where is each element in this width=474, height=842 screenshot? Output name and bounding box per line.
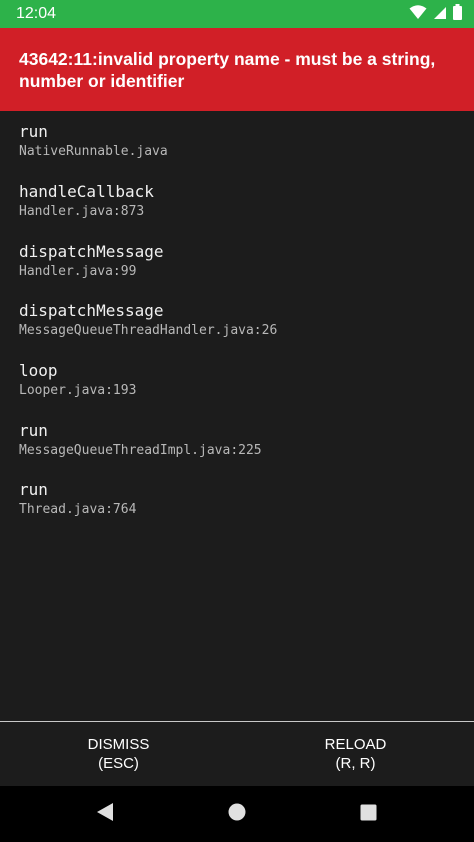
home-button[interactable] [207, 786, 267, 842]
status-icons [409, 4, 462, 24]
back-icon [96, 802, 114, 826]
stack-trace-list[interactable]: run NativeRunnable.java handleCallback H… [0, 111, 474, 721]
wifi-icon [409, 4, 427, 24]
frame-location: NativeRunnable.java [19, 144, 168, 159]
frame-method: dispatchMessage [19, 301, 164, 320]
dismiss-button[interactable]: DISMISS (ESC) [0, 722, 237, 786]
stack-frame[interactable]: dispatchMessage MessageQueueThreadHandle… [19, 301, 459, 340]
navigation-bar [0, 786, 474, 842]
stack-frame[interactable]: handleCallback Handler.java:873 [19, 182, 459, 221]
frame-method: run [19, 122, 48, 141]
reload-label: RELOAD [324, 736, 387, 753]
frame-method: dispatchMessage [19, 242, 164, 261]
stack-frame[interactable]: run NativeRunnable.java [19, 122, 459, 161]
status-time: 12:04 [16, 5, 57, 22]
error-message: 43642:11:invalid property name - must be… [19, 49, 436, 91]
cell-signal-icon [433, 5, 447, 24]
frame-method: run [19, 421, 48, 440]
reload-button[interactable]: RELOAD (R, R) [237, 722, 474, 786]
dismiss-label: DISMISS [87, 736, 150, 753]
frame-method: handleCallback [19, 182, 154, 201]
frame-location: Thread.java:764 [19, 502, 137, 517]
back-button[interactable] [75, 786, 135, 842]
frame-location: MessageQueueThreadHandler.java:26 [19, 323, 278, 338]
dismiss-shortcut: (ESC) [98, 755, 139, 772]
stack-frame[interactable]: run Thread.java:764 [19, 480, 459, 519]
frame-location: MessageQueueThreadImpl.java:225 [19, 443, 262, 458]
home-icon [228, 803, 246, 825]
frame-location: Looper.java:193 [19, 383, 137, 398]
stack-frame[interactable]: loop Looper.java:193 [19, 361, 459, 400]
stack-frame[interactable]: dispatchMessage Handler.java:99 [19, 242, 459, 281]
frame-method: run [19, 480, 48, 499]
battery-icon [453, 4, 462, 24]
frame-location: Handler.java:99 [19, 264, 137, 279]
status-bar: 12:04 [0, 0, 474, 28]
stack-frame[interactable]: run MessageQueueThreadImpl.java:225 [19, 421, 459, 460]
frame-location: Handler.java:873 [19, 204, 145, 219]
reload-shortcut: (R, R) [335, 755, 376, 772]
frame-method: loop [19, 361, 58, 380]
recents-button[interactable] [338, 786, 398, 842]
button-bar: DISMISS (ESC) RELOAD (R, R) [0, 722, 474, 786]
recents-icon [360, 804, 377, 825]
